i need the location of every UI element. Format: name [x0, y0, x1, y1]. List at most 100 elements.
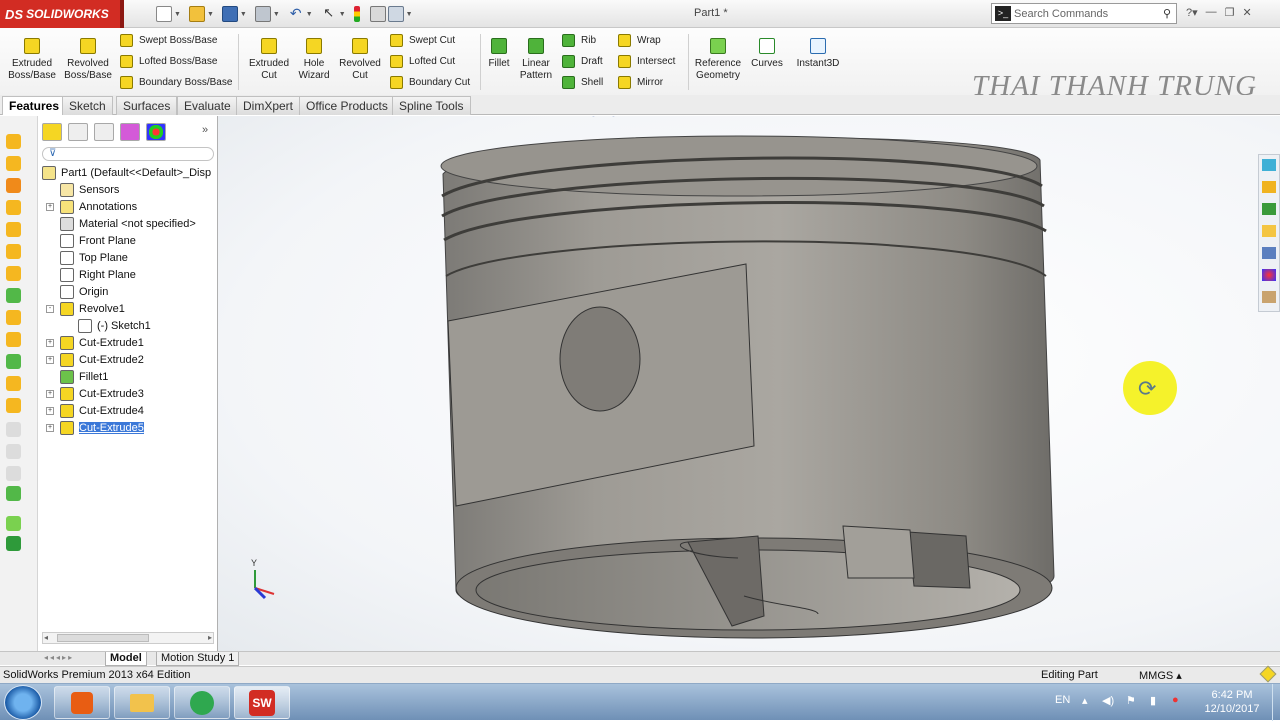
revolve-shortcut-icon[interactable]	[6, 156, 21, 171]
combine-shortcut-icon[interactable]	[6, 486, 21, 501]
feature-tree-row[interactable]: Origin	[60, 283, 108, 300]
security-alert-icon[interactable]: ●	[1172, 694, 1179, 706]
linear-pattern-button[interactable]: Linear Pattern	[516, 38, 556, 82]
loft-shortcut-icon[interactable]	[6, 200, 21, 215]
expand-panel-icon[interactable]: »	[202, 124, 208, 136]
scroll-left-icon[interactable]: ◂	[44, 633, 48, 642]
piston-model[interactable]	[440, 135, 1055, 639]
feature-tree-row[interactable]: Right Plane	[60, 266, 136, 283]
feature-tree-row[interactable]: Fillet1	[60, 368, 108, 385]
new-dropdown-icon[interactable]: ▼	[174, 11, 181, 18]
hole-shortcut-icon[interactable]	[6, 244, 21, 259]
show-desktop-button[interactable]	[1272, 684, 1280, 721]
tab-surfaces[interactable]: Surfaces	[116, 96, 178, 115]
pattern-shortcut-icon[interactable]	[6, 332, 21, 347]
fillet-button[interactable]: Fillet	[484, 38, 514, 70]
wrap-button[interactable]: Wrap	[618, 31, 661, 49]
feature-tree-row[interactable]: Part1 (Default<<Default>_Disp	[42, 164, 211, 181]
boundary-boss-button[interactable]: Boundary Boss/Base	[120, 73, 232, 91]
feature-tree-row[interactable]: + Cut-Extrude1	[46, 334, 144, 351]
file-properties-icon[interactable]	[369, 6, 386, 22]
minimize-icon[interactable]: —	[1206, 6, 1217, 19]
units-selector[interactable]: MMGS ▴	[1139, 669, 1182, 682]
feature-tree-row[interactable]: + Cut-Extrude5	[46, 419, 144, 436]
resources-icon[interactable]	[1262, 159, 1276, 171]
new-document-icon[interactable]	[156, 6, 172, 22]
tab-model[interactable]: Model	[105, 652, 147, 666]
custom-properties-icon[interactable]	[1262, 291, 1276, 303]
viewport-restore-icon[interactable]: ❐	[1234, 105, 1244, 117]
rebuild-icon[interactable]	[353, 6, 360, 22]
property-manager-tab-icon[interactable]	[68, 123, 88, 141]
action-center-icon[interactable]: ⚑	[1126, 694, 1136, 707]
instant3d-button[interactable]: Instant3D	[792, 38, 844, 70]
dimxpert-tab-icon[interactable]	[120, 123, 140, 141]
reference-geometry-button[interactable]: Reference Geometry	[692, 38, 744, 82]
viewport-tile-icon[interactable]: ⊟	[1172, 105, 1181, 117]
design-library-icon[interactable]	[1262, 181, 1276, 193]
triad-view-icon[interactable]: ⇅	[854, 103, 864, 117]
sweep-shortcut-icon[interactable]	[6, 178, 21, 193]
feature-tree-row[interactable]: + Cut-Extrude3	[46, 385, 144, 402]
network-icon[interactable]: ▮	[1150, 694, 1156, 707]
curves-button[interactable]: Curves	[748, 38, 786, 70]
tab-features[interactable]: Features	[2, 96, 67, 115]
hole-wizard-button[interactable]: Hole Wizard	[294, 38, 334, 82]
draft-button[interactable]: Draft	[562, 52, 603, 70]
tab-dimxpert[interactable]: DimXpert	[236, 96, 301, 115]
print-dropdown-icon[interactable]: ▼	[273, 11, 280, 18]
shell-button[interactable]: Shell	[562, 73, 603, 91]
collapse-icon[interactable]: -	[46, 304, 54, 313]
feature-tree-row[interactable]: Front Plane	[60, 232, 136, 249]
feature-tree-row[interactable]: + Cut-Extrude4	[46, 402, 144, 419]
open-dropdown-icon[interactable]: ▼	[207, 11, 214, 18]
shell-shortcut-icon[interactable]	[6, 376, 21, 391]
chamfer-shortcut-icon[interactable]	[6, 310, 21, 325]
wrap-shortcut-icon[interactable]	[6, 444, 21, 459]
select-dropdown-icon[interactable]: ▼	[339, 11, 346, 18]
search-commands-box[interactable]: >_ Search Commands ⚲	[991, 3, 1177, 24]
lofted-cut-button[interactable]: Lofted Cut	[390, 52, 455, 70]
search-icon[interactable]: ⚲	[1158, 7, 1176, 20]
feature-tree-filter[interactable]: ⊽	[42, 147, 214, 161]
feature-tree-tab-icon[interactable]	[42, 123, 62, 141]
feature-tree-scrollbar[interactable]: ◂ ▸	[42, 632, 214, 644]
view-palette-icon[interactable]	[1262, 225, 1276, 237]
feature-tree-row[interactable]: - Revolve1	[46, 300, 125, 317]
extruded-cut-button[interactable]: Extruded Cut	[244, 38, 294, 82]
extruded-boss-button[interactable]: Extruded Boss/Base	[6, 38, 58, 82]
tab-office-products[interactable]: Office Products	[299, 96, 395, 115]
swept-cut-button[interactable]: Swept Cut	[390, 31, 455, 49]
revolved-boss-button[interactable]: Revolved Boss/Base	[62, 38, 114, 82]
graphics-area[interactable]: ⊕ ⊕ ⇅ ⊟ ⊞ — ❐ ✕	[218, 103, 1280, 651]
save-icon[interactable]	[221, 6, 238, 22]
expand-icon[interactable]: +	[46, 202, 54, 211]
expand-icon[interactable]: +	[46, 338, 54, 347]
expand-icon[interactable]: +	[46, 423, 54, 432]
file-explorer-icon[interactable]	[1262, 203, 1276, 215]
rib-shortcut-icon[interactable]	[6, 398, 21, 413]
model-view[interactable]: ⊕ ⊕ ⇅ ⊟ ⊞ — ❐ ✕	[218, 103, 1280, 651]
configuration-manager-tab-icon[interactable]	[94, 123, 114, 141]
expand-icon[interactable]: +	[46, 406, 54, 415]
reference-shortcut-icon[interactable]	[6, 516, 21, 531]
rebuild-status-icon[interactable]	[1259, 665, 1277, 683]
intersect-button[interactable]: Intersect	[618, 52, 675, 70]
viewport-split-icon[interactable]: ⊞	[1193, 105, 1202, 117]
taskbar-file-explorer[interactable]	[114, 686, 170, 719]
draft-shortcut-icon[interactable]	[6, 422, 21, 437]
print-icon[interactable]	[254, 6, 271, 22]
rib-button[interactable]: Rib	[562, 31, 596, 49]
select-arrow-icon[interactable]: ↖	[321, 6, 337, 22]
boundary-cut-button[interactable]: Boundary Cut	[390, 73, 470, 91]
options-icon[interactable]	[387, 6, 404, 22]
decals-icon[interactable]	[1262, 269, 1276, 281]
taskbar-green-app[interactable]	[174, 686, 230, 719]
tab-motion-study[interactable]: Motion Study 1	[156, 652, 240, 666]
close-icon[interactable]: ✕	[1243, 6, 1252, 19]
viewport-close-icon[interactable]: ✕	[1256, 105, 1265, 117]
tab-scroll-arrows-icon[interactable]: ◂◂◂▸▸	[44, 653, 74, 662]
feature-tree-row[interactable]: + Annotations	[46, 198, 137, 215]
lofted-boss-button[interactable]: Lofted Boss/Base	[120, 52, 217, 70]
language-indicator[interactable]: EN	[1055, 694, 1070, 706]
